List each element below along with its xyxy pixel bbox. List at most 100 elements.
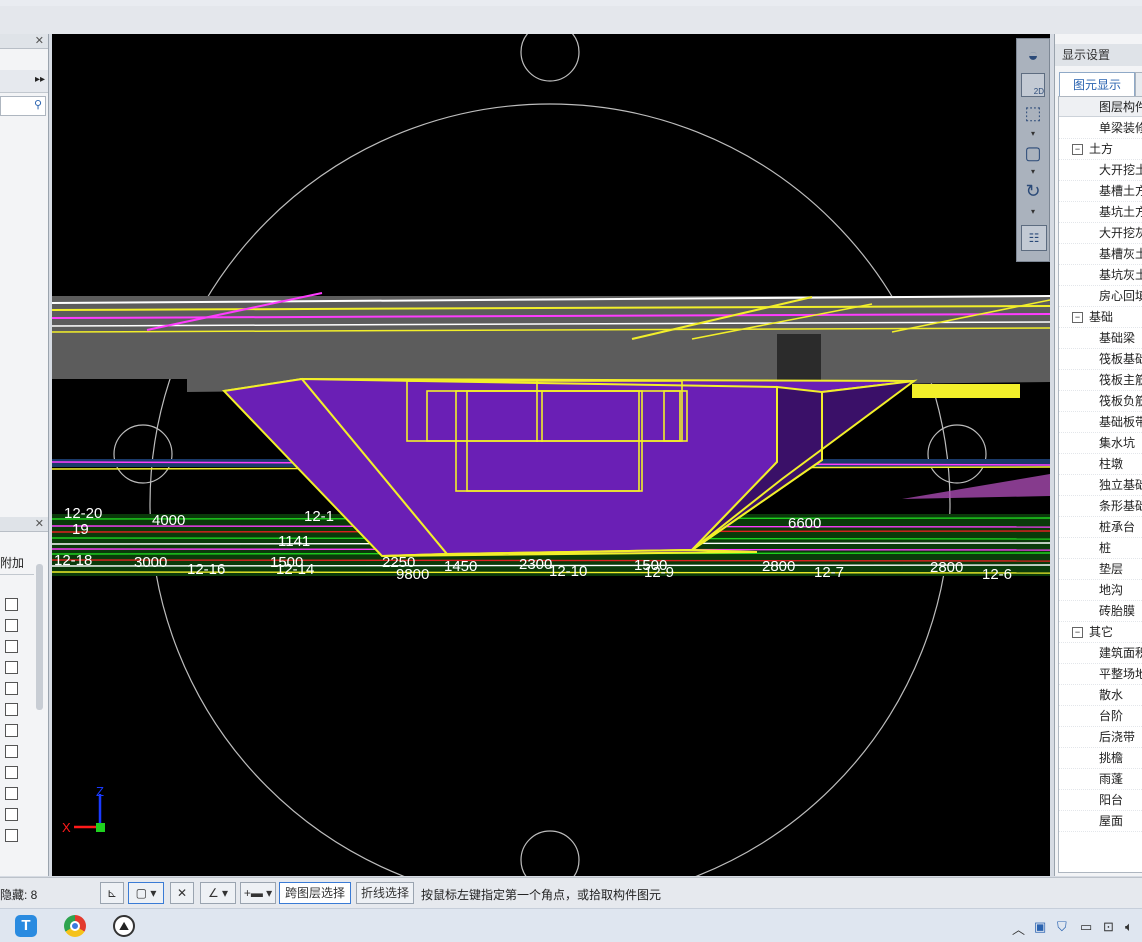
orbit-icon[interactable]: ◒ bbox=[1021, 43, 1045, 67]
tree-item[interactable]: 单梁装修 bbox=[1059, 118, 1142, 139]
tree-item[interactable]: 基础梁 bbox=[1059, 328, 1142, 349]
tree-item[interactable]: 地沟 bbox=[1059, 580, 1142, 601]
shield-icon[interactable]: ⛉ bbox=[1057, 919, 1067, 935]
dimension-label: 12-1 bbox=[304, 508, 334, 525]
row-checkbox[interactable] bbox=[5, 598, 18, 611]
tree-item[interactable]: 垫层 bbox=[1059, 559, 1142, 580]
3d-viewport[interactable]: 4000 12-20 19 12-18 3000 12-16 1500 12-14 2250 98… bbox=[52, 34, 1050, 876]
tree-group[interactable]: − 土方 bbox=[1059, 139, 1142, 160]
row-checkbox[interactable] bbox=[5, 829, 18, 842]
chevron-up-icon[interactable]: ︿ bbox=[1012, 919, 1025, 938]
status-bar: 隐藏: 8 ⊾ ▢ ▾ ✕ ∠ ▾ +▬ ▾ 跨图层选择 折线选择 按鼠标左键指… bbox=[0, 877, 1142, 909]
angle-dropdown[interactable]: ∠ ▾ bbox=[200, 882, 236, 904]
tree-item[interactable]: 筏板负筋 bbox=[1059, 391, 1142, 412]
tree-item[interactable]: 筏板基础 bbox=[1059, 349, 1142, 370]
tree-item[interactable]: 柱墩 bbox=[1059, 454, 1142, 475]
row-checkbox[interactable] bbox=[5, 724, 18, 737]
tree-item[interactable]: 屋面 bbox=[1059, 811, 1142, 832]
tree-item[interactable]: 挑檐 bbox=[1059, 748, 1142, 769]
tab-next[interactable] bbox=[1135, 72, 1142, 98]
tree-item[interactable]: 独立基础 bbox=[1059, 475, 1142, 496]
tree-item[interactable]: 台阶 bbox=[1059, 706, 1142, 727]
tree-group[interactable]: − 其它 bbox=[1059, 622, 1142, 643]
collapse-icon[interactable]: − bbox=[1072, 144, 1083, 155]
volume-icon[interactable]: 🔈︎ bbox=[1125, 919, 1133, 935]
collapse-icon[interactable]: − bbox=[1072, 312, 1083, 323]
tree-group[interactable]: − 基础 bbox=[1059, 307, 1142, 328]
row-checkbox[interactable] bbox=[5, 682, 18, 695]
chevron-down-icon[interactable]: ▾ bbox=[1029, 130, 1037, 138]
tree-item[interactable]: 桩承台 bbox=[1059, 517, 1142, 538]
tree-item[interactable]: 条形基础 bbox=[1059, 496, 1142, 517]
tree-item[interactable]: 雨蓬 bbox=[1059, 769, 1142, 790]
tree-item-label: 筏板主筋 bbox=[1099, 373, 1142, 387]
network-icon[interactable]: ⊡ bbox=[1103, 919, 1114, 935]
orbit-handle-top[interactable] bbox=[520, 34, 580, 82]
orbit-handle-left[interactable] bbox=[113, 424, 173, 484]
dimension-label: 19 bbox=[72, 521, 89, 538]
snap-dropdown[interactable]: +▬ ▾ bbox=[240, 882, 276, 904]
chevron-down-icon[interactable]: ▾ bbox=[1029, 168, 1037, 176]
rotate-icon[interactable]: ↻ bbox=[1021, 179, 1045, 203]
tree-item[interactable]: 基槽土方 bbox=[1059, 181, 1142, 202]
dimension-label: 2800 bbox=[762, 558, 795, 575]
tab-element-display[interactable]: 图元显示 bbox=[1059, 72, 1135, 97]
tree-item[interactable]: 平整场地 bbox=[1059, 664, 1142, 685]
photos-icon[interactable]: ⛰ bbox=[113, 915, 135, 937]
tree-item[interactable]: 基坑土方 bbox=[1059, 202, 1142, 223]
row-checkbox[interactable] bbox=[5, 640, 18, 653]
view-2d-button[interactable]: 2D bbox=[1021, 73, 1045, 97]
chevron-down-icon[interactable]: ▾ bbox=[1029, 208, 1037, 216]
orbit-handle-bottom[interactable] bbox=[520, 830, 580, 876]
app-t-icon[interactable]: T bbox=[15, 915, 37, 937]
tree-item[interactable]: 大开挖土 bbox=[1059, 160, 1142, 181]
box-view-icon[interactable]: ▢ bbox=[1021, 141, 1045, 165]
row-checkbox[interactable] bbox=[5, 787, 18, 800]
tree-item[interactable]: 基槽灰土 bbox=[1059, 244, 1142, 265]
orthogonal-icon[interactable]: ⊾ bbox=[100, 882, 124, 904]
layer-list-icon[interactable]: ☷ bbox=[1021, 225, 1047, 251]
select-mode-dropdown[interactable]: ▢ ▾ bbox=[128, 882, 164, 904]
row-checkbox[interactable] bbox=[5, 703, 18, 716]
tree-item[interactable]: 房心回填 bbox=[1059, 286, 1142, 307]
collapse-icon[interactable]: − bbox=[1072, 627, 1083, 638]
polyline-select-button[interactable]: 折线选择 bbox=[356, 882, 414, 904]
tree-item[interactable]: 散水 bbox=[1059, 685, 1142, 706]
tree-item[interactable]: 桩 bbox=[1059, 538, 1142, 559]
close-icon[interactable]: ✕ bbox=[35, 34, 44, 48]
orbit-handle-right[interactable] bbox=[927, 424, 987, 484]
tree-item[interactable]: 后浇带 bbox=[1059, 727, 1142, 748]
scrollbar[interactable] bbox=[36, 564, 43, 710]
tree-item[interactable]: 砖胎膜 bbox=[1059, 601, 1142, 622]
dimension-label: 12-7 bbox=[814, 564, 844, 581]
tree-item-label: 柱墩 bbox=[1099, 457, 1124, 471]
row-checkbox[interactable] bbox=[5, 745, 18, 758]
close-icon[interactable]: ✕ bbox=[35, 517, 44, 531]
expand-arrows-icon[interactable]: ▸▸ bbox=[35, 74, 45, 85]
dimension-label: 12-14 bbox=[276, 561, 314, 578]
yellow-beam[interactable] bbox=[912, 384, 1020, 398]
tree-item-label: 大开挖灰 bbox=[1099, 226, 1142, 240]
tree-item[interactable]: 阳台 bbox=[1059, 790, 1142, 811]
cross-layer-select-button[interactable]: 跨图层选择 bbox=[279, 882, 351, 904]
battery-icon[interactable]: ▭ bbox=[1080, 919, 1092, 935]
search-input[interactable]: ⚲ bbox=[0, 96, 46, 116]
tree-item[interactable]: 建筑面积 bbox=[1059, 643, 1142, 664]
tree-item[interactable]: 基坑灰土 bbox=[1059, 265, 1142, 286]
tree-item[interactable]: 集水坑 bbox=[1059, 433, 1142, 454]
chrome-icon[interactable] bbox=[64, 915, 86, 937]
tree-item[interactable]: 筏板主筋 bbox=[1059, 370, 1142, 391]
row-checkbox[interactable] bbox=[5, 619, 18, 632]
tree-item[interactable]: 基础板带 bbox=[1059, 412, 1142, 433]
model-canvas[interactable]: 400012-201912-18 3000 12-16 150012-14 225098… bbox=[52, 34, 1050, 876]
row-checkbox[interactable] bbox=[5, 766, 18, 779]
tray-app-icon[interactable]: ▣ bbox=[1034, 919, 1046, 935]
cross-icon[interactable]: ✕ bbox=[170, 882, 194, 904]
tree-item[interactable]: 大开挖灰 bbox=[1059, 223, 1142, 244]
row-checkbox[interactable] bbox=[5, 808, 18, 821]
tree-item-label: 桩 bbox=[1099, 541, 1112, 555]
sloped-surface bbox=[902, 474, 1050, 499]
view-cube-icon[interactable]: ⬚ bbox=[1021, 101, 1045, 125]
search-icon[interactable]: ⚲ bbox=[34, 98, 42, 111]
row-checkbox[interactable] bbox=[5, 661, 18, 674]
